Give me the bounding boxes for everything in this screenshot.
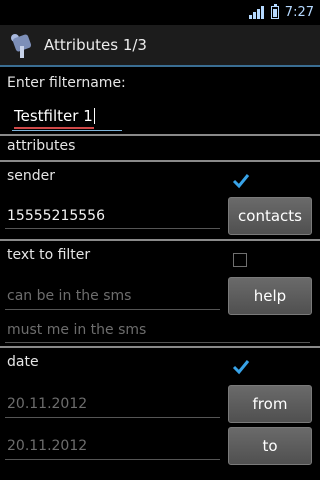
to-button[interactable]: to <box>228 427 312 465</box>
page-title: Attributes 1/3 <box>44 36 147 54</box>
text-to-filter-checkbox[interactable] <box>233 253 247 267</box>
date-label: date <box>7 354 39 370</box>
attributes-header: attributes <box>7 138 76 154</box>
to-date-input[interactable]: 20.11.2012 <box>7 438 87 454</box>
divider <box>0 160 320 162</box>
signal-icon <box>248 6 265 19</box>
must-be-input[interactable]: must me in the sms <box>7 322 146 338</box>
app-icon <box>10 32 36 58</box>
filtername-input[interactable]: Testfilter 1 <box>8 102 308 131</box>
sender-label: sender <box>7 168 56 184</box>
from-date-underline <box>5 417 220 418</box>
sender-input-underline <box>5 228 220 229</box>
divider <box>0 346 320 348</box>
checkmark-icon <box>232 360 250 375</box>
sender-checkbox[interactable] <box>232 172 250 190</box>
from-date-input[interactable]: 20.11.2012 <box>7 396 87 412</box>
filtername-label: Enter filtername: <box>7 75 126 91</box>
filtername-value: Testfilter 1 <box>14 107 93 125</box>
status-bar: 7:27 <box>0 0 320 25</box>
action-bar: Attributes 1/3 <box>0 25 320 67</box>
battery-icon <box>270 4 279 19</box>
text-to-filter-label: text to filter <box>7 247 91 263</box>
help-button[interactable]: help <box>228 277 312 315</box>
to-date-underline <box>5 459 220 460</box>
divider <box>0 134 320 136</box>
date-checkbox[interactable] <box>232 358 250 376</box>
must-be-input-underline <box>5 342 310 343</box>
from-button[interactable]: from <box>228 385 312 423</box>
sender-input[interactable]: 15555215556 <box>7 208 105 224</box>
can-be-input-underline <box>5 309 220 310</box>
checkmark-icon <box>232 174 250 189</box>
can-be-input[interactable]: can be in the sms <box>7 288 131 304</box>
clock: 7:27 <box>284 5 314 20</box>
contacts-button[interactable]: contacts <box>228 197 312 235</box>
divider <box>0 239 320 241</box>
